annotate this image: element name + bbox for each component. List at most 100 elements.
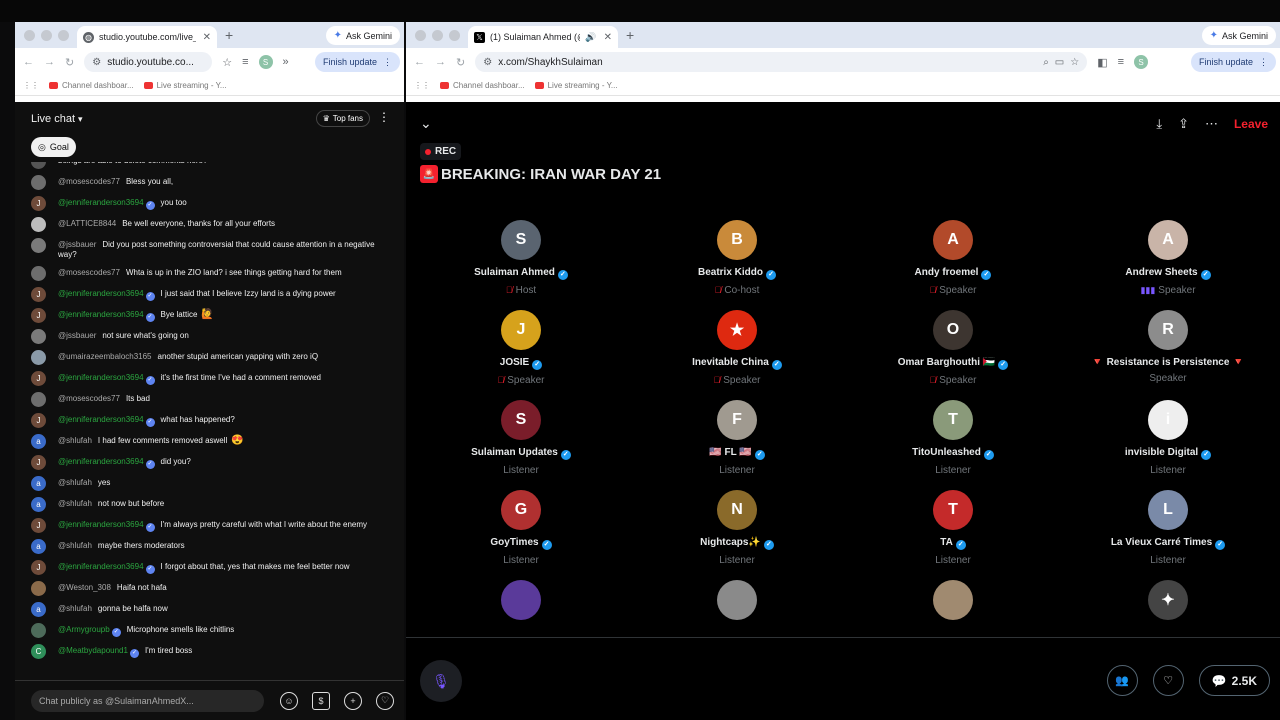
site-settings-icon[interactable]: ⚙ xyxy=(483,57,492,68)
chat-message[interactable]: beings are able to delete comments here? xyxy=(15,162,404,169)
avatar[interactable]: T xyxy=(933,490,973,530)
avatar[interactable]: A xyxy=(933,220,973,260)
tab-search-icon[interactable]: ≡ xyxy=(242,56,248,68)
reload-icon[interactable]: ↻ xyxy=(65,56,74,69)
chat-message[interactable]: J @jenniferanderson3694 ✓ did you? xyxy=(15,455,404,470)
avatar[interactable]: ★ xyxy=(717,310,757,350)
chat-author[interactable]: @shlufah xyxy=(58,499,92,508)
participant[interactable]: G GoyTimes ✓ Listener xyxy=(421,490,621,566)
leave-button[interactable]: Leave xyxy=(1234,117,1268,131)
minimize-dock-icon[interactable]: ⤓ xyxy=(1156,116,1162,132)
forward-icon[interactable]: → xyxy=(44,56,55,68)
chat-author[interactable]: @jenniferanderson3694 xyxy=(58,198,144,207)
chat-author[interactable]: @shlufah xyxy=(58,541,92,550)
reload-icon[interactable]: ↻ xyxy=(456,56,465,69)
participant[interactable]: T TA ✓ Listener xyxy=(853,490,1053,566)
close-tab-icon[interactable]: ✕ xyxy=(203,32,211,43)
chat-message[interactable]: J @jenniferanderson3694 ✓ I just said that … xyxy=(15,287,404,302)
chat-message[interactable]: a @shlufah yes xyxy=(15,476,404,491)
chat-author[interactable]: @jssbauer xyxy=(58,331,96,340)
avatar[interactable] xyxy=(31,266,46,281)
chat-author[interactable]: @shlufah xyxy=(58,436,92,445)
bookmark-channel-dashboard[interactable]: Channel dashboar... xyxy=(49,81,134,90)
chat-message[interactable]: @LATTICE8844 Be well everyone, thanks for… xyxy=(15,217,404,232)
goal-chip[interactable]: ◎ Goal xyxy=(31,137,76,157)
tab-search-icon[interactable]: ≡ xyxy=(1118,56,1124,68)
chat-message[interactable]: J @jenniferanderson3694 ✓ it's the first ti… xyxy=(15,371,404,386)
avatar[interactable]: J xyxy=(31,413,46,428)
participant[interactable] xyxy=(421,580,621,620)
cast-icon[interactable]: ▭ xyxy=(1055,57,1064,68)
avatar[interactable]: J xyxy=(501,310,541,350)
participant[interactable] xyxy=(853,580,1053,620)
tab-youtube-studio[interactable]: ◍ studio.youtube.com/live_chat ✕ xyxy=(77,26,217,48)
side-panel-icon[interactable]: ◧ xyxy=(1097,56,1107,69)
avatar[interactable] xyxy=(31,175,46,190)
chat-author[interactable]: @Meatbydapound1 xyxy=(58,646,128,655)
avatar[interactable]: A xyxy=(1148,220,1188,260)
participant[interactable]: F 🇺🇸 FL 🇺🇸 ✓ Listener xyxy=(637,400,837,476)
chat-message[interactable]: a @shlufah gonna be halfa now xyxy=(15,602,404,617)
microphone-button[interactable]: 🎙 xyxy=(420,660,462,702)
avatar[interactable]: S xyxy=(501,220,541,260)
avatar[interactable]: O xyxy=(933,310,973,350)
top-fans-button[interactable]: ♛ Top fans xyxy=(315,110,370,127)
chat-message-list[interactable]: beings are able to delete comments here?… xyxy=(15,162,404,677)
avatar[interactable]: a xyxy=(31,434,46,449)
avatar[interactable] xyxy=(31,238,46,253)
site-settings-icon[interactable]: ⚙ xyxy=(92,57,101,68)
address-bar[interactable]: ⚙ x.com/ShaykhSulaiman ⌕ ▭ ☆ xyxy=(475,52,1088,72)
avatar[interactable] xyxy=(717,580,757,620)
bookmark-star-icon[interactable]: ☆ xyxy=(1070,57,1079,68)
avatar[interactable] xyxy=(501,580,541,620)
live-chat-mode-dropdown[interactable]: Live chat ▾ xyxy=(31,113,83,125)
chat-author[interactable]: @jssbauer xyxy=(58,240,96,249)
react-button[interactable]: ♡ xyxy=(1152,665,1184,696)
avatar[interactable]: ✦ xyxy=(1148,580,1188,620)
participant[interactable]: N Nightcaps✨ ✓ Listener xyxy=(637,490,837,566)
address-bar[interactable]: ⚙ studio.youtube.co... xyxy=(84,52,213,72)
participant[interactable]: T TitoUnleashed ✓ Listener xyxy=(853,400,1053,476)
close-tab-icon[interactable]: ✕ xyxy=(604,32,612,43)
participant[interactable]: ★ Inevitable China ✓ 🎙̸ Speaker xyxy=(637,310,837,386)
people-button[interactable]: 👥 xyxy=(1106,665,1138,696)
bookmark-channel-dashboard[interactable]: Channel dashboar... xyxy=(440,81,525,90)
participant[interactable]: J JOSIE ✓ 🎙̸ Speaker xyxy=(421,310,621,386)
avatar[interactable] xyxy=(31,162,46,169)
avatar[interactable]: a xyxy=(31,602,46,617)
chat-author[interactable]: @jenniferanderson3694 xyxy=(58,520,144,529)
window-controls[interactable] xyxy=(415,29,460,41)
super-chat-icon[interactable]: $ xyxy=(312,691,330,710)
profile-avatar[interactable]: S xyxy=(1134,55,1149,69)
avatar[interactable]: a xyxy=(31,497,46,512)
participant[interactable]: i invisible Digital ✓ Listener xyxy=(1068,400,1268,476)
bookmark-star-icon[interactable]: ☆ xyxy=(222,56,232,69)
extensions-overflow-icon[interactable]: » xyxy=(283,56,289,68)
chat-message[interactable]: J @jenniferanderson3694 ✓ what has happened… xyxy=(15,413,404,428)
participant[interactable]: B Beatrix Kiddo ✓ 🎙̸ Co-host xyxy=(637,220,837,296)
add-icon[interactable]: + xyxy=(344,691,362,710)
avatar[interactable] xyxy=(31,623,46,638)
avatar[interactable]: R xyxy=(1148,310,1188,350)
avatar[interactable]: a xyxy=(31,539,46,554)
emoji-icon[interactable]: ☺ xyxy=(280,691,298,710)
chat-author[interactable]: @jenniferanderson3694 xyxy=(58,415,144,424)
participant[interactable]: A Andy froemel ✓ 🎙̸ Speaker xyxy=(853,220,1053,296)
chat-author[interactable]: @jenniferanderson3694 xyxy=(58,289,144,298)
participant[interactable] xyxy=(637,580,837,620)
avatar[interactable]: i xyxy=(1148,400,1188,440)
apps-grid-icon[interactable]: ⋮⋮ xyxy=(414,81,430,90)
avatar[interactable]: J xyxy=(31,196,46,211)
window-controls[interactable] xyxy=(24,29,69,41)
chat-message[interactable]: J @jenniferanderson3694 ✓ I forgot about th… xyxy=(15,560,404,575)
more-options-icon[interactable]: ⋯ xyxy=(1205,116,1218,132)
participant[interactable]: R 🔻 Resistance is Persistence 🔻 Speaker xyxy=(1068,310,1268,384)
chat-author[interactable]: @mosescodes77 xyxy=(58,394,120,403)
chat-message[interactable]: @jssbauer not sure what's going on xyxy=(15,329,404,344)
chat-message[interactable]: J @jenniferanderson3694 ✓ you too xyxy=(15,196,404,211)
chat-message[interactable]: @Armygroupb ✓ Microphone smells like chitl… xyxy=(15,623,404,638)
bookmark-live-streaming[interactable]: Live streaming - Y... xyxy=(143,81,227,90)
avatar[interactable] xyxy=(31,392,46,407)
chat-author[interactable]: @jenniferanderson3694 xyxy=(58,373,144,382)
avatar[interactable]: J xyxy=(31,560,46,575)
